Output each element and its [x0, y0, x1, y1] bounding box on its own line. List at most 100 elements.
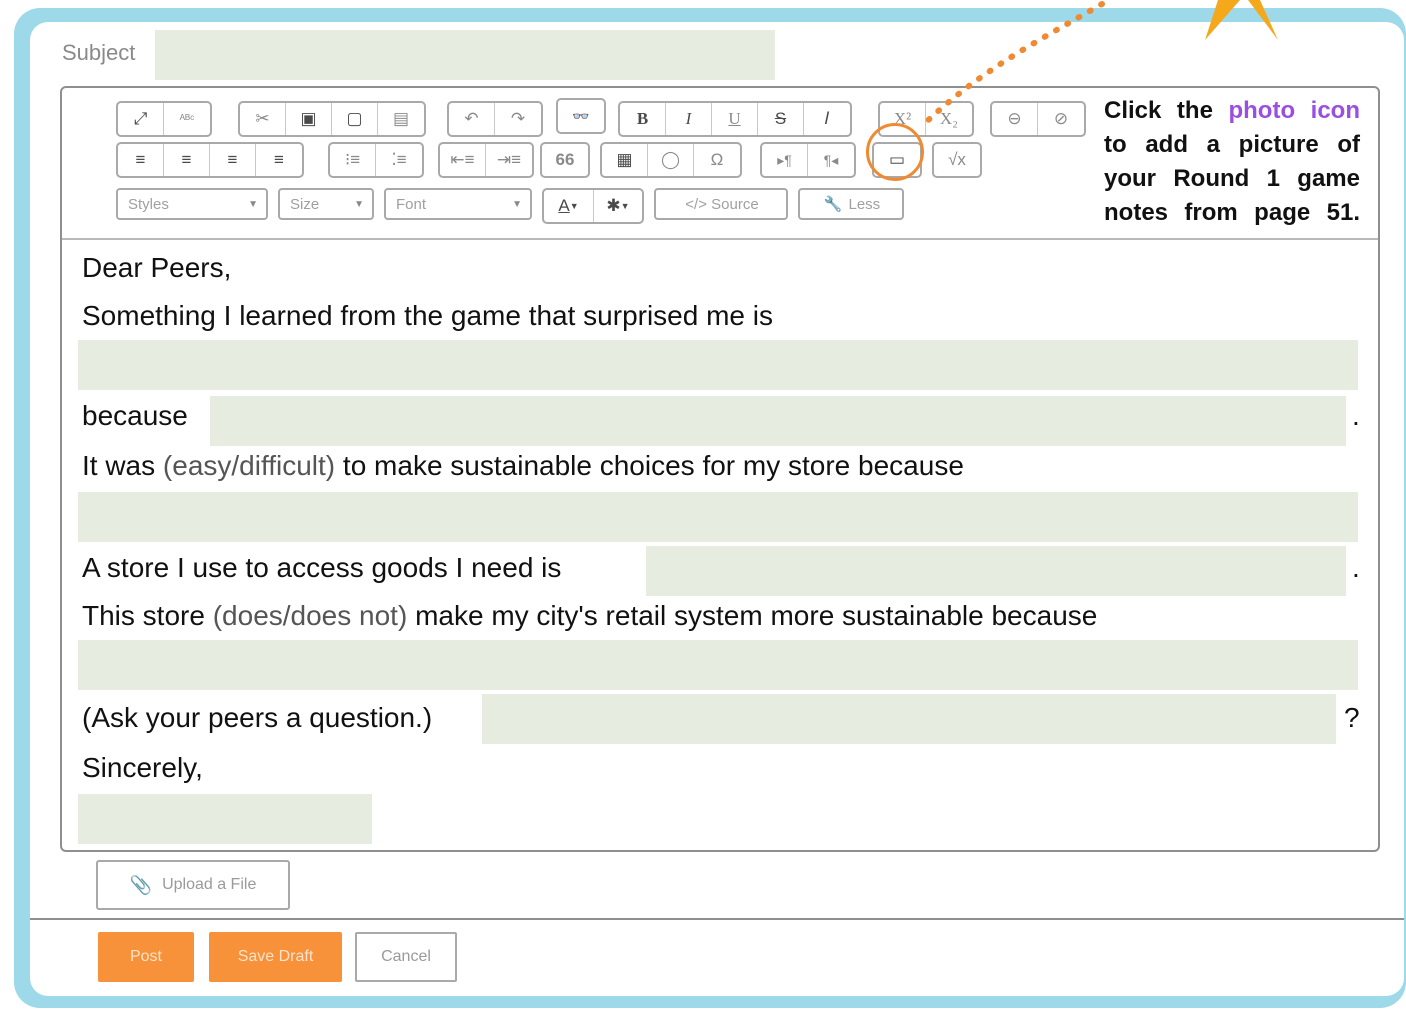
font-dropdown[interactable]: Font ▼	[384, 188, 532, 220]
copy-icon[interactable]: ▣	[286, 103, 332, 135]
post-button[interactable]: Post	[98, 932, 194, 982]
toolbar-group-align: ≡ ≡ ≡ ≡	[116, 142, 304, 178]
find-icon[interactable]: 👓	[558, 100, 604, 132]
chevron-down-icon: ▼	[354, 198, 364, 210]
store-sustainability-answer-field[interactable]	[78, 640, 1358, 690]
toolbar-group-indent: ⇤≡ ⇥≡	[438, 142, 534, 178]
paste-icon[interactable]: ▢	[332, 103, 378, 135]
sustainable-choices-prompt: It was (easy/difficult) to make sustaina…	[82, 450, 964, 482]
font-label: Font	[396, 195, 427, 213]
rich-text-editor: ⤢ ᴬᴮᶜ ✂ ▣ ▢ ▤ ↶ ↷ 👓 B I U S 𝐼 X² X₂ ⊖ ⊘ …	[60, 86, 1380, 852]
less-button[interactable]: 🔧 Less	[798, 188, 904, 220]
star-decoration	[1205, 0, 1278, 40]
blockquote-icon[interactable]: 66	[542, 144, 588, 176]
link-icon[interactable]: ⊖	[992, 103, 1038, 135]
store-prompt-post: make my city's retail system more sustai…	[415, 600, 1098, 631]
emoji-icon[interactable]: ◯	[648, 144, 694, 176]
paste-word-icon[interactable]: ▤	[378, 103, 424, 135]
unlink-icon[interactable]: ⊘	[1038, 103, 1084, 135]
because-label: because	[82, 400, 188, 431]
does-doesnot-option: (does/does not)	[212, 600, 408, 631]
callout-text-pre: Click the	[1104, 97, 1213, 124]
background-color-button[interactable]: ✱ ▼	[594, 190, 642, 222]
store-answer-field[interactable]	[646, 546, 1346, 596]
store-sustainability-prompt: This store (does/does not) make my city'…	[82, 600, 1097, 632]
sustainable-prompt-pre: It was	[82, 450, 156, 481]
text-color-button[interactable]: A ▼	[544, 190, 594, 222]
easy-difficult-option: (easy/difficult)	[162, 450, 336, 481]
question-prompt: (Ask your peers a question.)	[82, 702, 433, 733]
cancel-button[interactable]: Cancel	[355, 932, 457, 982]
toolbar-group-find: 👓	[556, 98, 606, 134]
subject-label: Subject	[62, 40, 136, 65]
sustainable-answer-field[interactable]	[78, 492, 1358, 542]
save-draft-button[interactable]: Save Draft	[209, 932, 342, 982]
clear-format-icon[interactable]: 𝐼	[804, 103, 850, 135]
divider	[30, 918, 1404, 920]
align-right-icon[interactable]: ≡	[210, 144, 256, 176]
toolbar-group-clipboard: ✂ ▣ ▢ ▤	[238, 101, 426, 137]
wrench-icon: 🔧	[823, 196, 843, 213]
surprise-prompt: Something I learned from the game that s…	[82, 300, 774, 331]
question-mark: ?	[1344, 702, 1360, 733]
source-label: </> Source	[685, 195, 759, 213]
strikethrough-icon[interactable]: S	[758, 103, 804, 135]
redo-icon[interactable]: ↷	[495, 103, 541, 135]
align-center-icon[interactable]: ≡	[164, 144, 210, 176]
undo-icon[interactable]: ↶	[449, 103, 495, 135]
subscript-icon[interactable]: X₂	[926, 103, 972, 135]
editor-toolbar: ⤢ ᴬᴮᶜ ✂ ▣ ▢ ▤ ↶ ↷ 👓 B I U S 𝐼 X² X₂ ⊖ ⊘ …	[62, 88, 1378, 240]
callout-highlight: photo icon	[1228, 97, 1361, 124]
toolbar-group-math: √x	[932, 142, 982, 178]
background-color-icon: ✱	[606, 196, 621, 215]
store-prompt: A store I use to access goods I need is	[82, 552, 562, 583]
toolbar-group-links: ⊖ ⊘	[990, 101, 1086, 137]
outdent-icon[interactable]: ⇤≡	[440, 144, 486, 176]
special-character-icon[interactable]: Ω	[694, 144, 740, 176]
upload-label: Upload a File	[162, 876, 257, 893]
store-prompt-pre: This store	[82, 600, 205, 631]
rtl-icon[interactable]: ¶◂	[808, 144, 854, 176]
period-mark: .	[1352, 552, 1360, 583]
math-formula-icon[interactable]: √x	[934, 144, 980, 176]
table-icon[interactable]: ▦	[602, 144, 648, 176]
toolbar-group-direction: ▸¶ ¶◂	[760, 142, 856, 178]
question-answer-field[interactable]	[482, 694, 1336, 744]
size-label: Size	[290, 195, 320, 213]
underline-icon[interactable]: U	[712, 103, 758, 135]
spellcheck-icon[interactable]: ᴬᴮᶜ	[164, 103, 210, 135]
upload-file-button[interactable]: 📎 Upload a File	[96, 860, 290, 910]
because-answer-field[interactable]	[210, 396, 1346, 446]
toolbar-group-history: ↶ ↷	[447, 101, 543, 137]
closing-text: Sincerely,	[82, 752, 203, 783]
chevron-down-icon: ▼	[248, 198, 258, 210]
toolbar-group-lists: ⁝≡ ⁚≡	[328, 142, 424, 178]
maximize-icon[interactable]: ⤢	[118, 103, 164, 135]
styles-dropdown[interactable]: Styles ▼	[116, 188, 268, 220]
less-label: Less	[848, 195, 881, 213]
photo-icon-highlight-circle	[866, 123, 924, 181]
chevron-down-icon: ▼	[512, 198, 522, 210]
toolbar-group-colors: A ▼ ✱ ▼	[542, 188, 644, 224]
size-dropdown[interactable]: Size ▼	[278, 188, 374, 220]
greeting-text: Dear Peers,	[82, 252, 232, 283]
cut-icon[interactable]: ✂	[240, 103, 286, 135]
surprise-answer-field[interactable]	[78, 340, 1358, 390]
bold-icon[interactable]: B	[620, 103, 666, 135]
ltr-icon[interactable]: ▸¶	[762, 144, 808, 176]
period-mark: .	[1352, 400, 1360, 431]
toolbar-group-view: ⤢ ᴬᴮᶜ	[116, 101, 212, 137]
signature-field[interactable]	[78, 794, 372, 844]
italic-icon[interactable]: I	[666, 103, 712, 135]
toolbar-group-format: B I U S 𝐼	[618, 101, 852, 137]
numbered-list-icon[interactable]: ⁝≡	[330, 144, 376, 176]
subject-input[interactable]	[155, 30, 775, 80]
indent-icon[interactable]: ⇥≡	[486, 144, 532, 176]
text-color-icon: A	[558, 196, 570, 215]
source-button[interactable]: </> Source	[654, 188, 788, 220]
bullet-list-icon[interactable]: ⁚≡	[376, 144, 422, 176]
align-justify-icon[interactable]: ≡	[256, 144, 302, 176]
align-left-icon[interactable]: ≡	[118, 144, 164, 176]
photo-instruction-callout: Click the photo icon to add a picture of…	[1104, 94, 1360, 230]
paperclip-icon: 📎	[129, 874, 153, 895]
